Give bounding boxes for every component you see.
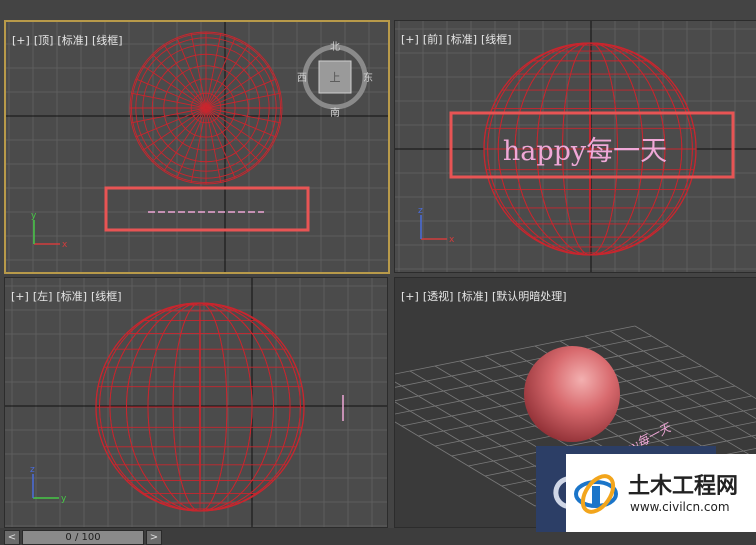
viewport-perspective-mode[interactable]: [标准]: [457, 290, 488, 303]
viewport-top[interactable]: 上 北南 东 西 x y [+] [顶] [标准] [线框]: [4, 20, 390, 274]
viewport-top-plus[interactable]: [+]: [12, 34, 30, 47]
viewport-left-mode[interactable]: [标准]: [56, 290, 87, 303]
time-prev-button[interactable]: <: [4, 530, 20, 545]
viewport-perspective-shading[interactable]: [默认明暗处理]: [492, 290, 567, 303]
viewport-top-shading[interactable]: [线框]: [92, 34, 123, 47]
viewport-top-canvas: 上 北南 东 西 x y: [6, 22, 388, 272]
viewport-left[interactable]: yz [+] [左] [标准] [线框]: [4, 277, 388, 528]
viewport-perspective-view[interactable]: [透视]: [423, 290, 454, 303]
time-next-button[interactable]: >: [146, 530, 162, 545]
viewport-perspective-menu: [+] [透视] [标准] [默认明暗处理]: [401, 288, 571, 304]
sphere-top-wire: [129, 31, 283, 185]
viewport-front-view[interactable]: [前]: [423, 33, 443, 46]
watermark-card: 土木工程网 www.civilcn.com: [566, 454, 756, 532]
viewport-front-canvas: happy每一天 x z: [395, 21, 756, 272]
viewport-left-plus[interactable]: [+]: [11, 290, 29, 303]
viewcube-south: 南: [330, 106, 340, 119]
sphere-spoke: [205, 53, 261, 109]
viewport-top-mode[interactable]: [标准]: [57, 34, 88, 47]
viewport-top-menu: [+] [顶] [标准] [线框]: [12, 32, 127, 48]
watermark: 土木工程网 www.civilcn.com: [536, 446, 756, 532]
text-object-front: happy每一天: [503, 136, 667, 167]
watermark-logo-icon: [574, 474, 618, 514]
viewport-front-shading[interactable]: [线框]: [481, 33, 512, 46]
viewcube-east: 东: [363, 71, 373, 84]
axis-label: y: [31, 211, 37, 221]
viewcube-north: 北: [330, 41, 340, 53]
viewport-front[interactable]: happy每一天 x z [+] [前] [标准] [线框]: [394, 20, 756, 273]
viewport-left-canvas: yz: [5, 278, 387, 527]
sphere-shaded: [524, 346, 620, 442]
viewport-top-view[interactable]: [顶]: [34, 34, 54, 47]
grid: [5, 278, 387, 527]
viewport-left-shading[interactable]: [线框]: [91, 290, 122, 303]
viewport-perspective-plus[interactable]: [+]: [401, 290, 419, 303]
sphere-spoke: [151, 53, 207, 109]
viewport-front-menu: [+] [前] [标准] [线框]: [401, 31, 516, 47]
viewcube-west: 西: [297, 73, 307, 84]
time-slider[interactable]: 0 / 100: [22, 530, 144, 545]
watermark-url: www.civilcn.com: [630, 500, 730, 514]
axis-label: z: [30, 465, 35, 475]
grid: [6, 22, 388, 272]
axis-label: x: [449, 235, 455, 245]
axis-label: x: [62, 240, 68, 250]
viewport-left-menu: [+] [左] [标准] [线框]: [11, 288, 126, 304]
axis-label: z: [418, 206, 423, 216]
viewport-front-plus[interactable]: [+]: [401, 33, 419, 46]
viewport-front-mode[interactable]: [标准]: [446, 33, 477, 46]
watermark-title: 土木工程网: [628, 474, 739, 499]
axis-label: y: [61, 494, 67, 504]
viewcube-face-label: 上: [330, 71, 341, 84]
highlight-box: [104, 186, 310, 232]
viewport-left-view[interactable]: [左]: [33, 290, 53, 303]
